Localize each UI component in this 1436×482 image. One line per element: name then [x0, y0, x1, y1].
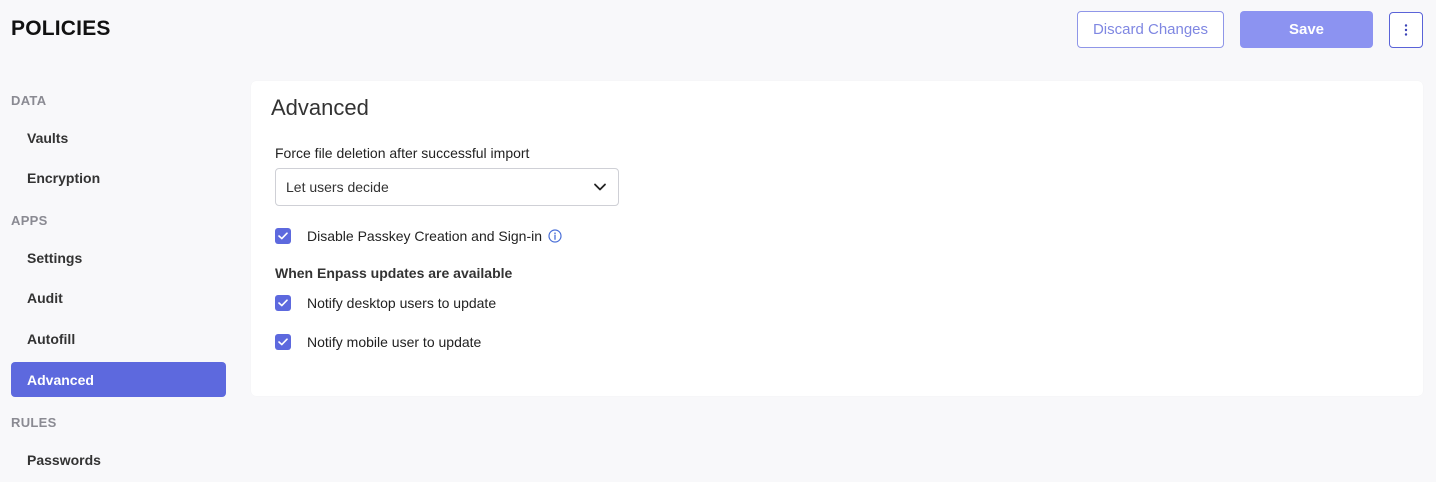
sidebar-item-settings[interactable]: Settings	[11, 240, 226, 275]
updates-heading: When Enpass updates are available	[275, 265, 513, 281]
chevron-down-icon	[594, 183, 606, 191]
passkey-option: Disable Passkey Creation and Sign-in	[275, 227, 562, 245]
sidebar-item-audit[interactable]: Audit	[11, 280, 226, 315]
advanced-settings-card: Advanced Force file deletion after succe…	[251, 81, 1423, 396]
mobile-update-label: Notify mobile user to update	[307, 334, 482, 350]
mobile-update-checkbox[interactable]	[275, 334, 291, 350]
checkmark-icon	[278, 338, 288, 346]
desktop-update-label: Notify desktop users to update	[307, 295, 497, 311]
sidebar-item-autofill[interactable]: Autofill	[11, 321, 226, 356]
policies-page: POLICIES Discard Changes Save DATA Vault…	[0, 0, 1436, 482]
sidebar-section-rules: RULES	[11, 415, 57, 430]
checkmark-icon	[278, 232, 288, 240]
desktop-update-checkbox[interactable]	[275, 295, 291, 311]
save-button[interactable]: Save	[1240, 11, 1373, 48]
sidebar-item-encryption[interactable]: Encryption	[11, 160, 226, 195]
sidebar-item-passwords[interactable]: Passwords	[11, 442, 226, 477]
sidebar-item-vaults[interactable]: Vaults	[11, 120, 226, 155]
discard-changes-button[interactable]: Discard Changes	[1077, 11, 1224, 48]
sidebar-section-data: DATA	[11, 93, 47, 108]
force-deletion-label: Force file deletion after successful imp…	[275, 145, 530, 161]
force-deletion-select[interactable]: Let users decide	[275, 168, 619, 206]
page-title: POLICIES	[11, 17, 111, 40]
info-icon[interactable]	[548, 229, 562, 243]
section-title: Advanced	[271, 95, 369, 120]
sidebar-section-apps: APPS	[11, 213, 48, 228]
passkey-label: Disable Passkey Creation and Sign-in	[307, 228, 543, 244]
checkmark-icon	[278, 299, 288, 307]
more-options-button[interactable]	[1389, 12, 1423, 48]
force-deletion-selected-value: Let users decide	[286, 179, 389, 195]
vertical-dots-icon	[1404, 24, 1408, 36]
mobile-update-option: Notify mobile user to update	[275, 333, 481, 351]
passkey-checkbox[interactable]	[275, 228, 291, 244]
sidebar-item-advanced[interactable]: Advanced	[11, 362, 226, 397]
desktop-update-option: Notify desktop users to update	[275, 294, 496, 312]
